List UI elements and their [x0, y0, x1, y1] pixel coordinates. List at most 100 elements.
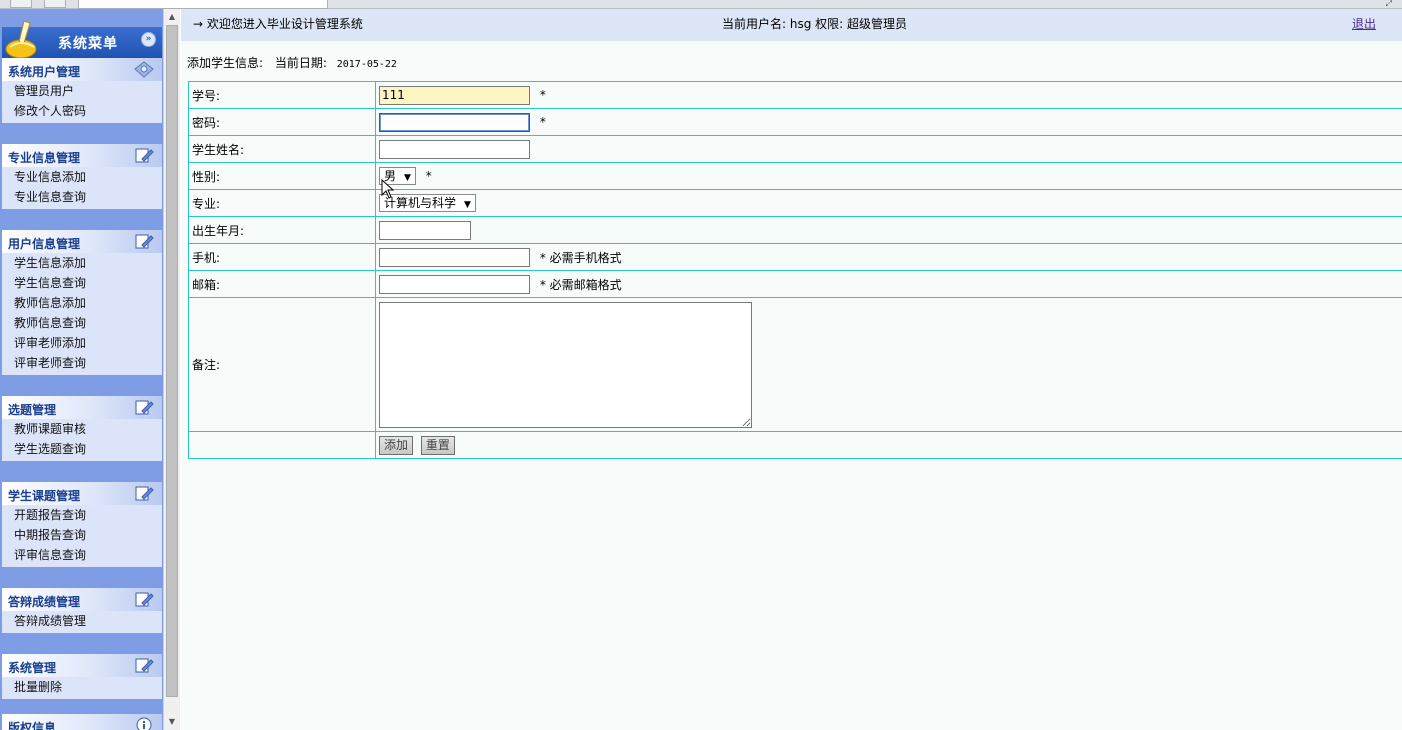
group-title-text: 学生课题管理 [8, 489, 81, 503]
password-input[interactable] [379, 112, 530, 132]
menu-group-topic: 选题管理 教师课题审核 学生选题查询 [2, 396, 162, 461]
sidebar-item-query-teacher[interactable]: 教师信息查询 [2, 313, 162, 333]
browser-back-button[interactable] [10, 0, 32, 8]
dropdown-arrow-icon: ▼ [404, 173, 411, 183]
logout-link[interactable]: 退出 [1352, 15, 1376, 32]
notes-label: 备注: [188, 297, 376, 432]
add-button[interactable]: 添加 [379, 435, 414, 455]
menu-group-title[interactable]: 版权信息 [2, 714, 162, 730]
notes-textarea[interactable] [379, 301, 752, 428]
major-label: 专业: [188, 189, 376, 217]
sidebar-item-defense-scores[interactable]: 答辩成绩管理 [2, 611, 162, 631]
reset-button[interactable]: 重置 [420, 435, 455, 455]
sidebar-item-proposal-query[interactable]: 开题报告查询 [2, 505, 162, 525]
sidebar-item-student-topic-query[interactable]: 学生选题查询 [2, 439, 162, 459]
dropdown-arrow-icon: ▼ [464, 200, 471, 210]
form-row-name: 学生姓名: [188, 135, 1402, 163]
sidebar-item-query-student[interactable]: 学生信息查询 [2, 273, 162, 293]
student-name-input[interactable] [379, 139, 530, 159]
info-icon [136, 717, 152, 730]
form-row-student-id: 学号: * [188, 81, 1402, 109]
email-input[interactable] [379, 274, 530, 294]
scrollbar-thumb[interactable] [166, 25, 178, 697]
menu-group-title[interactable]: 系统管理 [2, 654, 162, 677]
birth-date-input[interactable] [379, 220, 471, 240]
scroll-up-icon[interactable]: ▲ [166, 11, 178, 23]
student-name-label: 学生姓名: [188, 135, 376, 163]
phone-input[interactable] [379, 247, 530, 267]
double-chevron-icon[interactable]: » [141, 32, 156, 47]
group-title-text: 答辩成绩管理 [8, 595, 81, 609]
note-pencil-icon [135, 592, 154, 607]
group-title-text: 用户信息管理 [8, 237, 81, 251]
menu-group-title[interactable]: 专业信息管理 [2, 144, 162, 167]
restore-icon[interactable]: ⤢ [1386, 0, 1392, 8]
form-row-phone: 手机: * 必需手机格式 [188, 243, 1402, 271]
menu-group-defense-scores: 答辩成绩管理 答辩成绩管理 [2, 588, 162, 633]
menu-group-title[interactable]: 学生课题管理 [2, 482, 162, 505]
page-info: 添加学生信息: 当前日期: 2017-05-22 [187, 54, 397, 71]
form-row-buttons: 添加 重置 [188, 431, 1402, 459]
sidebar-item-add-student[interactable]: 学生信息添加 [2, 253, 162, 273]
browser-tab[interactable] [78, 0, 328, 9]
diamond-gear-icon [134, 61, 154, 78]
phone-hint: * 必需手机格式 [539, 250, 622, 265]
scroll-down-icon[interactable]: ▼ [166, 716, 178, 728]
menu-header: 系统菜单 » [2, 20, 162, 60]
sidebar-menu: 系统菜单 » 系统用户管理 管理员用户 修改个人密码 专业信息管理 专业信息添加 [0, 9, 163, 730]
sidebar-item-query-major[interactable]: 专业信息查询 [2, 187, 162, 207]
gender-label: 性别: [188, 162, 376, 190]
menu-group-user-info: 用户信息管理 学生信息添加 学生信息查询 教师信息添加 教师信息查询 评审老师添… [2, 230, 162, 375]
sidebar-item-add-reviewer[interactable]: 评审老师添加 [2, 333, 162, 353]
sidebar-item-add-major[interactable]: 专业信息添加 [2, 167, 162, 187]
main-content: 添加学生信息: 当前日期: 2017-05-22 学号: * 密码: * 学生姓… [181, 41, 1402, 730]
sidebar-item-review-query[interactable]: 评审信息查询 [2, 545, 162, 565]
menu-group-major-info: 专业信息管理 专业信息添加 专业信息查询 [2, 144, 162, 209]
menu-group-title[interactable]: 系统用户管理 [2, 58, 162, 81]
browser-home-button[interactable] [44, 0, 66, 8]
page-heading: 添加学生信息: [187, 56, 264, 70]
required-mark: * [539, 115, 546, 129]
group-title-text: 选题管理 [8, 403, 57, 417]
student-id-input[interactable] [379, 85, 530, 105]
sidebar-item-admin-users[interactable]: 管理员用户 [2, 81, 162, 101]
form-row-birth: 出生年月: [188, 216, 1402, 244]
browser-tab-strip: ⤢ [0, 0, 1402, 9]
note-pencil-icon [135, 148, 154, 163]
menu-group-system-users: 系统用户管理 管理员用户 修改个人密码 [2, 58, 162, 123]
menu-group-student-project: 学生课题管理 开题报告查询 中期报告查询 评审信息查询 [2, 482, 162, 567]
password-label: 密码: [188, 108, 376, 136]
birth-label: 出生年月: [188, 216, 376, 244]
sidebar-item-topic-review[interactable]: 教师课题审核 [2, 419, 162, 439]
note-pencil-icon [135, 486, 154, 501]
note-pencil-icon [135, 234, 154, 249]
group-title-text: 版权信息 [8, 721, 57, 730]
current-user-info: 当前用户名: hsg 权限: 超级管理员 [722, 17, 908, 31]
form-row-major: 专业: 计算机与科学 ▼ [188, 189, 1402, 217]
group-title-text: 专业信息管理 [8, 151, 81, 165]
student-id-label: 学号: [188, 81, 376, 109]
menu-group-title[interactable]: 用户信息管理 [2, 230, 162, 253]
broom-icon [5, 20, 37, 59]
phone-label: 手机: [188, 243, 376, 271]
menu-group-title[interactable]: 选题管理 [2, 396, 162, 419]
menu-group-title[interactable]: 答辩成绩管理 [2, 588, 162, 611]
menu-group-system: 系统管理 批量删除 [2, 654, 162, 699]
sidebar-item-change-password[interactable]: 修改个人密码 [2, 101, 162, 121]
sidebar-item-query-reviewer[interactable]: 评审老师查询 [2, 353, 162, 373]
add-student-form: 学号: * 密码: * 学生姓名: 性别: 男▼ * [188, 81, 1402, 459]
sidebar-item-midterm-query[interactable]: 中期报告查询 [2, 525, 162, 545]
sidebar-item-batch-delete[interactable]: 批量删除 [2, 677, 162, 697]
sidebar-item-add-teacher[interactable]: 教师信息添加 [2, 293, 162, 313]
group-title-text: 系统用户管理 [8, 65, 81, 79]
form-row-notes: 备注: [188, 297, 1402, 432]
email-label: 邮箱: [188, 270, 376, 298]
required-mark: * [539, 88, 546, 102]
note-pencil-icon [135, 400, 154, 415]
group-title-text: 系统管理 [8, 661, 57, 675]
mouse-cursor-icon [381, 179, 395, 199]
required-mark: * [425, 169, 432, 183]
sidebar-scrollbar[interactable]: ▲ ▼ [163, 9, 180, 730]
top-banner: → 欢迎您进入毕业设计管理系统 当前用户名: hsg 权限: 超级管理员 退出 [181, 9, 1402, 41]
form-row-password: 密码: * [188, 108, 1402, 136]
